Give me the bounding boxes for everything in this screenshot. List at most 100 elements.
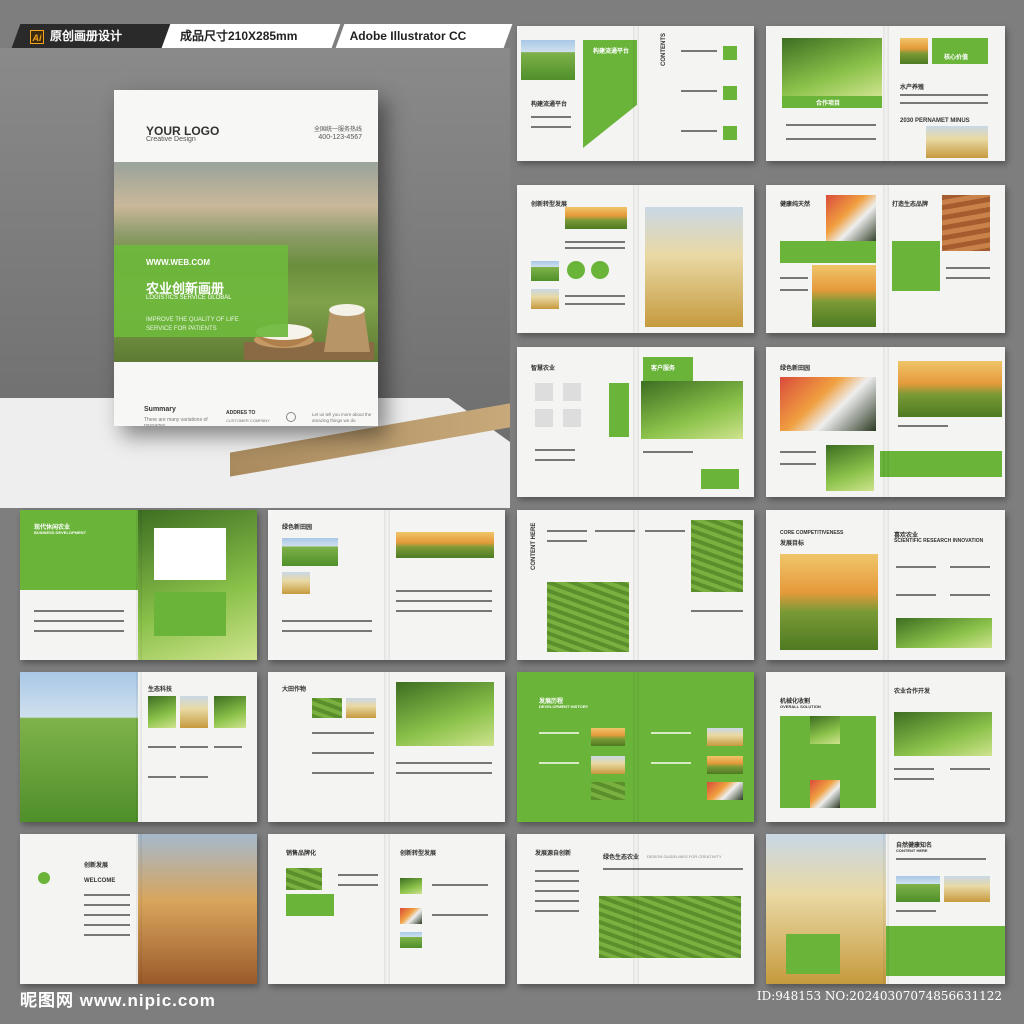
green-block (880, 451, 1002, 477)
spread-photo (521, 40, 575, 80)
text-line (432, 914, 488, 916)
spread-natural: 健康纯天然 打造生态品牌 (766, 185, 1005, 333)
cover-hotline: 全国统一服务热线 (313, 127, 362, 133)
green-block (786, 934, 840, 974)
text-line (681, 90, 717, 92)
spread-leisure-agri: 现代休闲农业 BUSINESS DEVELOPMENT (20, 510, 257, 660)
text-line (780, 451, 816, 453)
text-line (535, 900, 579, 902)
spread-title: CONTENT HERE (531, 522, 537, 570)
spread-heading: 创新转型发展 (400, 851, 437, 857)
text-line (282, 630, 372, 632)
spread-green-garden: 绿色新田园 (766, 347, 1005, 497)
spread-title: 核心价值 (944, 55, 969, 61)
text-line (896, 910, 936, 912)
text-line (547, 530, 587, 532)
text-line (565, 303, 625, 305)
text-line (432, 884, 488, 886)
spread-heading: 客户服务 (651, 366, 676, 372)
text-line (786, 138, 876, 140)
text-line (900, 94, 988, 96)
text-line (535, 459, 575, 461)
green-block (583, 40, 637, 148)
text-line (84, 934, 130, 936)
text-line (691, 610, 743, 612)
spread-history: 发展历程 DEVELOPMENT HISTORY (517, 672, 754, 822)
text-line (651, 762, 691, 764)
software-tag: Adobe Illustrator CC 2018 (335, 24, 513, 67)
spread-photo (591, 756, 625, 774)
info-card (154, 528, 226, 580)
spread-photo (531, 289, 559, 309)
spread-left-title: 构建流通平台 (531, 102, 568, 108)
spread-contents: 构建流通平台 构建流通平台 CONTENTS (517, 26, 754, 161)
text-line (531, 126, 571, 128)
grid-icon (535, 383, 553, 401)
text-line (535, 449, 575, 451)
green-block (892, 241, 940, 291)
spread-mechanized: 机械化收割 OVERALL SOLUTION 农业合作开发 (766, 672, 1005, 822)
harvester-photo (645, 207, 743, 327)
size-tag: 成品尺寸210X285mm (161, 24, 341, 48)
illustrator-icon: Ai (30, 29, 44, 44)
text-line (900, 102, 988, 104)
spread-photo (565, 207, 627, 229)
spread-field-crops: 大田作物 (268, 672, 505, 822)
cover-logo-sub: Creative Design (146, 136, 196, 143)
watermark-id: ID:948153 NO:20240307074856631122 (756, 989, 1002, 1003)
location-icon (38, 872, 50, 884)
green-block (609, 383, 629, 437)
spread-photo (944, 876, 990, 902)
text-line (898, 425, 948, 427)
contents-number (723, 126, 737, 140)
spread-photo (782, 38, 882, 96)
spread-title: 健康纯天然 (780, 202, 811, 208)
green-field-photo (599, 896, 741, 958)
cover-slogan: IMPROVE THE QUALITY OF LIFE SERVICE FOR … (146, 317, 239, 332)
cover-web: WWW.WEB.COM (146, 258, 210, 267)
text-line (780, 463, 816, 465)
spread-title: 智慧农业 (531, 366, 556, 372)
contents-label: CONTENTS (661, 33, 667, 66)
brochure-cover: YOUR LOGO Creative Design 全国统一服务热线 400-1… (114, 90, 378, 426)
terrace-photo (894, 712, 992, 756)
text-line (950, 566, 990, 568)
spread-photo (926, 126, 988, 158)
text-line (565, 241, 625, 243)
spread-photo (896, 876, 940, 902)
text-line (34, 630, 124, 632)
spread-title: 构建流通平台 (593, 49, 630, 55)
spread-innovation: 创新转型发展 (517, 185, 754, 333)
cover-title-en: LOGISTICS SERVICE GLOBAL (146, 295, 232, 301)
text-line (34, 620, 124, 622)
spread-photo (810, 716, 840, 744)
spread-title: 创新转型发展 (531, 202, 568, 208)
crop-rows-photo (547, 582, 629, 652)
spread-photo (180, 696, 208, 728)
grid-icon (563, 409, 581, 427)
spread-photo (214, 696, 246, 728)
spread-photo (591, 728, 625, 746)
spread-title: 销售品牌化 (286, 851, 317, 857)
orchard-photo (826, 445, 874, 491)
text-line (946, 267, 990, 269)
text-line (645, 530, 685, 532)
text-line (338, 874, 378, 876)
app-label: 原创画册设计 (50, 29, 123, 43)
sunset-tree-photo (812, 265, 876, 327)
spread-sub: DEVELOPMENT HISTORY (539, 704, 589, 709)
green-block (780, 241, 876, 263)
text-line (148, 776, 176, 778)
collage-photo (780, 554, 878, 650)
chat-icon (286, 412, 296, 422)
text-line (148, 746, 176, 748)
text-line (894, 768, 934, 770)
text-line (547, 540, 587, 542)
text-line (396, 600, 492, 602)
circle-photo (591, 261, 609, 279)
spread-heading-en: DESIGN GUIDELINES FOR CREATIVITY (647, 854, 722, 859)
text-line (312, 732, 374, 734)
text-line (780, 277, 808, 279)
text-line (312, 772, 374, 774)
text-line (84, 924, 130, 926)
